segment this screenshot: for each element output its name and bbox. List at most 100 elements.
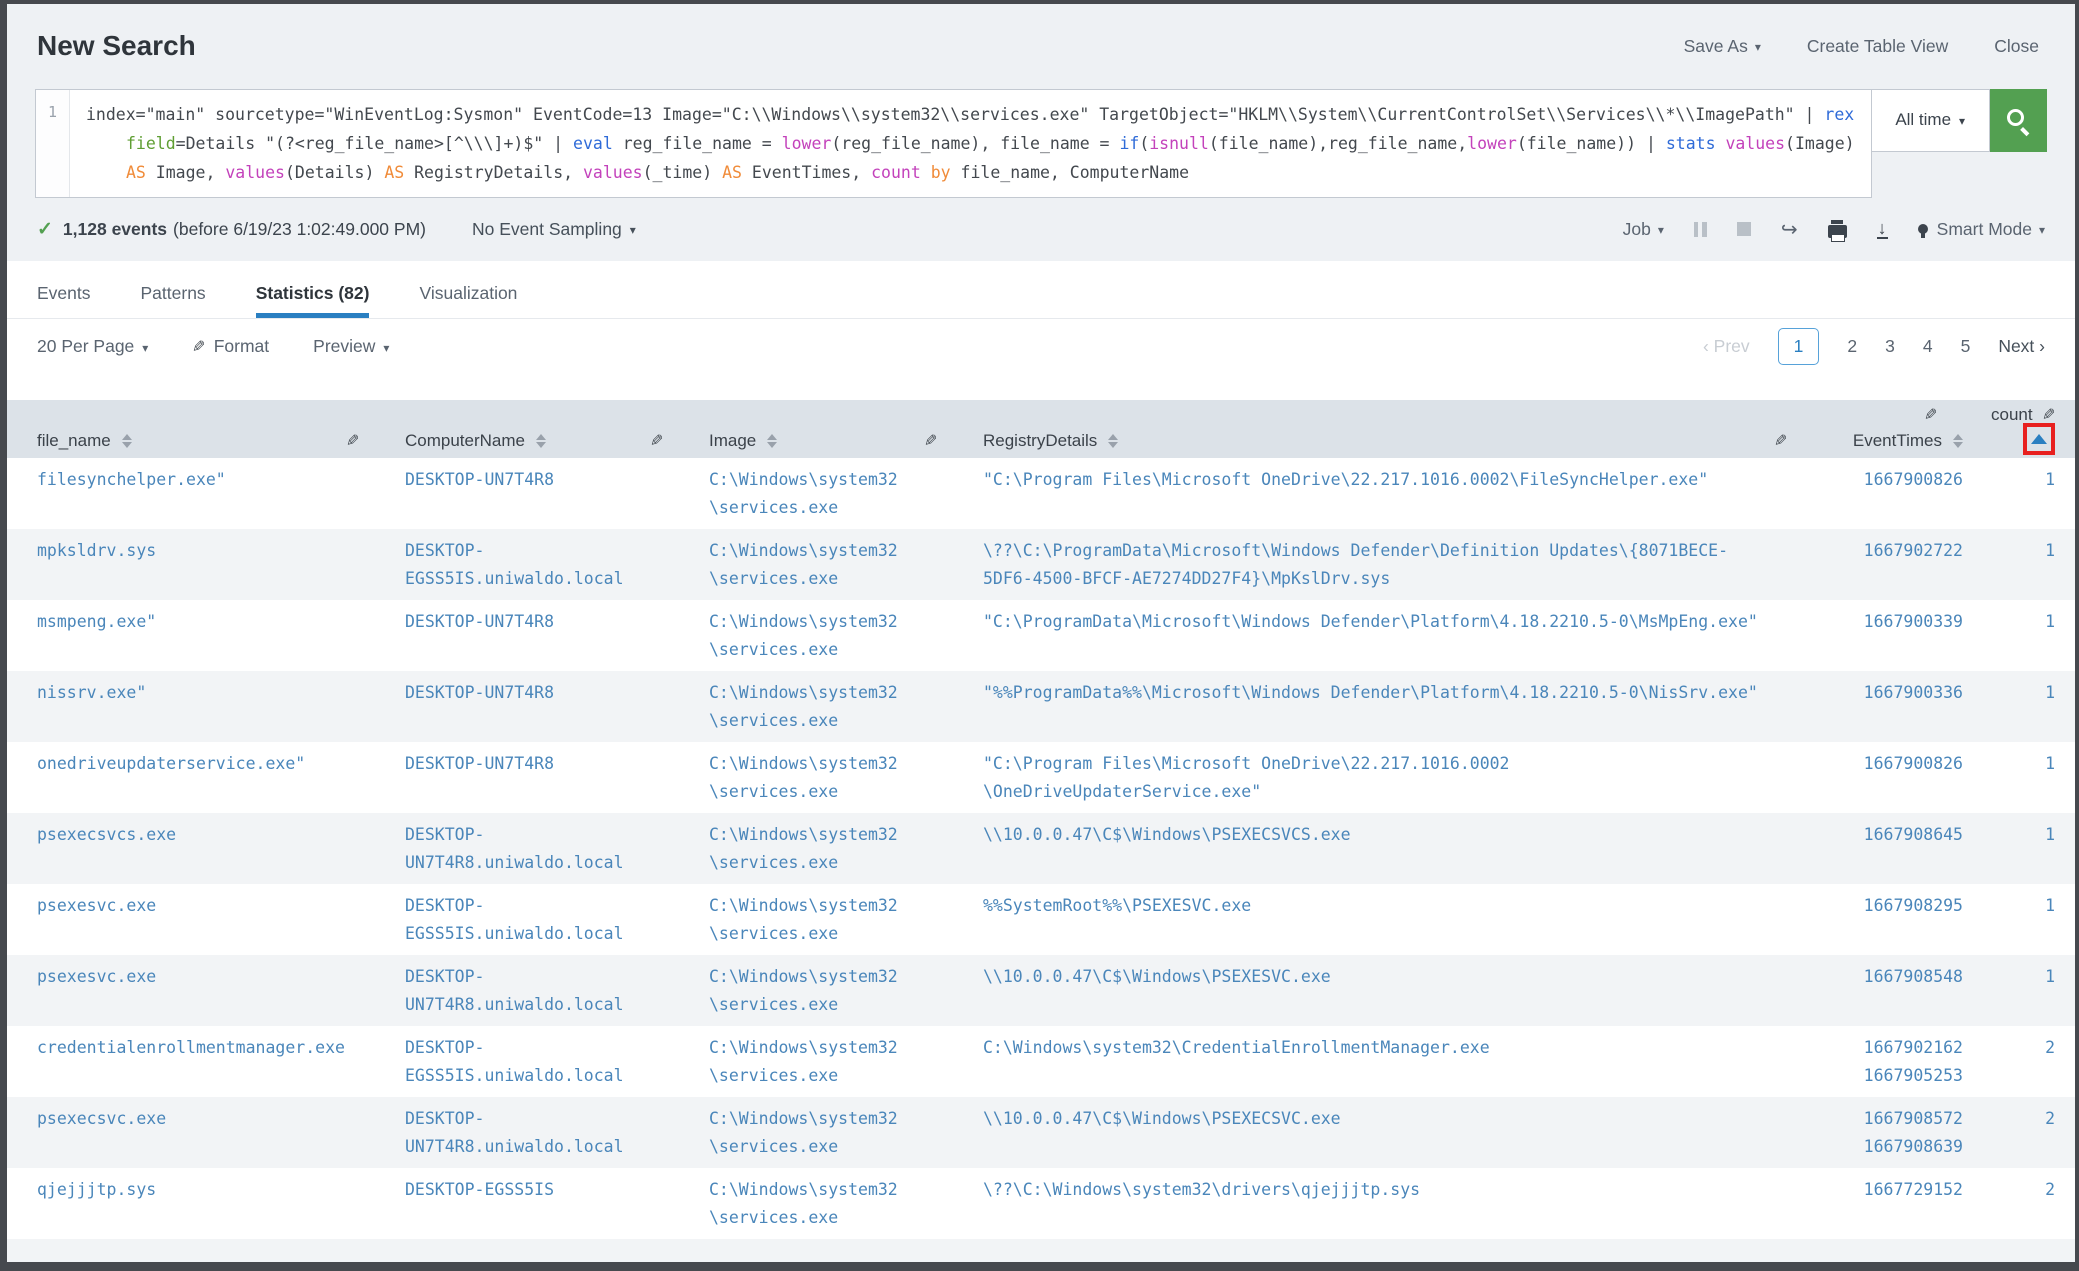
cell-image[interactable]: C:\Windows\system32\services.exe (709, 1105, 983, 1162)
cell-count[interactable]: 2 (1963, 1176, 2055, 1233)
pause-icon[interactable] (1694, 222, 1707, 237)
page-button-4[interactable]: 4 (1923, 336, 1933, 357)
cell-event-times[interactable]: 1667729152 (1793, 1176, 1963, 1233)
tab-events[interactable]: Events (37, 283, 91, 318)
cell-file-name[interactable]: psexesvc.exe (37, 963, 405, 1020)
search-button[interactable] (1990, 89, 2047, 152)
cell-image[interactable]: C:\Windows\system32\services.exe (709, 1034, 983, 1091)
tab-visualization[interactable]: Visualization (419, 283, 517, 318)
cell-file-name[interactable]: credentialenrollmentmanager.exe (37, 1034, 405, 1091)
sort-icon[interactable] (767, 434, 777, 448)
column-header-image[interactable]: Image ✎ (709, 402, 983, 460)
cell-count[interactable]: 1 (1963, 821, 2055, 878)
cell-image[interactable]: C:\Windows\system32\services.exe (709, 821, 983, 878)
cell-image[interactable]: C:\Windows\system32\services.exe (709, 750, 983, 807)
search-query-editor[interactable]: 1 index="main" sourcetype="WinEventLog:S… (35, 89, 1872, 198)
next-page-button[interactable]: Next › (1998, 336, 2045, 357)
pencil-icon[interactable]: ✎ (2042, 405, 2055, 425)
search-query[interactable]: index="main" sourcetype="WinEventLog:Sys… (70, 90, 1871, 197)
cell-image[interactable]: C:\Windows\system32\services.exe (709, 679, 983, 736)
pencil-icon[interactable]: ✎ (650, 431, 663, 451)
cell-count[interactable]: 1 (1963, 679, 2055, 736)
sort-ascending-icon[interactable] (2031, 434, 2047, 444)
stop-icon[interactable] (1737, 222, 1751, 236)
cell-file-name[interactable]: mpksldrv.sys (37, 537, 405, 594)
cell-file-name[interactable]: psexecsvc.exe (37, 1105, 405, 1162)
cell-computer-name[interactable]: DESKTOP-UN7T4R8.uniwaldo.local (405, 1105, 709, 1162)
cell-event-times[interactable]: 1667900339 (1793, 608, 1963, 665)
page-button-2[interactable]: 2 (1847, 336, 1857, 357)
cell-event-times[interactable]: 16679021621667905253 (1793, 1034, 1963, 1091)
column-header-computer-name[interactable]: ComputerName ✎ (405, 402, 709, 460)
cell-registry-details[interactable]: \??\C:\ProgramData\Microsoft\Windows Def… (983, 537, 1793, 594)
cell-registry-details[interactable]: \??\C:\Windows\system32\drivers\qjejjjtp… (983, 1176, 1793, 1233)
per-page-menu[interactable]: 20 Per Page ▾ (37, 336, 148, 357)
cell-count[interactable]: 1 (1963, 537, 2055, 594)
save-as-button[interactable]: Save As ▾ (1684, 36, 1761, 57)
column-header-registry-details[interactable]: RegistryDetails ✎ (983, 402, 1793, 460)
preview-menu[interactable]: Preview ▾ (313, 336, 389, 357)
cell-registry-details[interactable]: "C:\ProgramData\Microsoft\Windows Defend… (983, 608, 1793, 665)
cell-registry-details[interactable]: "C:\Program Files\Microsoft OneDrive\22.… (983, 750, 1793, 807)
cell-file-name[interactable]: msmpeng.exe" (37, 608, 405, 665)
job-menu[interactable]: Job ▾ (1623, 219, 1664, 240)
page-button-1[interactable]: 1 (1778, 328, 1820, 365)
cell-event-times[interactable]: 1667908645 (1793, 821, 1963, 878)
export-icon[interactable]: ↓ (1877, 220, 1888, 239)
cell-event-times[interactable]: 1667900336 (1793, 679, 1963, 736)
cell-image[interactable]: C:\Windows\system32\services.exe (709, 963, 983, 1020)
cell-event-times[interactable]: 1667900826 (1793, 750, 1963, 807)
cell-registry-details[interactable]: \\10.0.0.47\C$\Windows\PSEXECSVC.exe (983, 1105, 1793, 1162)
tab-patterns[interactable]: Patterns (141, 283, 206, 318)
cell-count[interactable]: 1 (1963, 750, 2055, 807)
event-sampling-menu[interactable]: No Event Sampling ▾ (472, 219, 636, 240)
cell-image[interactable]: C:\Windows\system32\services.exe (709, 892, 983, 949)
cell-image[interactable]: C:\Windows\system32\services.exe (709, 537, 983, 594)
cell-event-times[interactable]: 1667902722 (1793, 537, 1963, 594)
cell-registry-details[interactable]: \\10.0.0.47\C$\Windows\PSEXECSVCS.exe (983, 821, 1793, 878)
cell-event-times[interactable]: 1667908548 (1793, 963, 1963, 1020)
cell-computer-name[interactable]: DESKTOP-UN7T4R8.uniwaldo.local (405, 963, 709, 1020)
cell-event-times[interactable]: 1667908295 (1793, 892, 1963, 949)
cell-count[interactable]: 1 (1963, 892, 2055, 949)
column-header-file-name[interactable]: file_name ✎ (37, 402, 405, 460)
cell-computer-name[interactable]: DESKTOP-UN7T4R8 (405, 750, 709, 807)
cell-image[interactable]: C:\Windows\system32\services.exe (709, 608, 983, 665)
cell-count[interactable]: 2 (1963, 1034, 2055, 1091)
pencil-icon[interactable]: ✎ (1774, 431, 1787, 451)
pencil-icon[interactable]: ✎ (1924, 405, 1937, 425)
cell-image[interactable]: C:\Windows\system32\services.exe (709, 466, 983, 523)
cell-registry-details[interactable]: "%%ProgramData%%\Microsoft\Windows Defen… (983, 679, 1793, 736)
cell-file-name[interactable]: qjejjjtp.sys (37, 1176, 405, 1233)
column-header-event-times[interactable]: ✎ EventTimes (1793, 402, 1963, 460)
close-button[interactable]: Close (1994, 36, 2039, 57)
search-mode-menu[interactable]: Smart Mode ▾ (1918, 219, 2045, 240)
create-table-view-button[interactable]: Create Table View (1807, 36, 1948, 57)
cell-file-name[interactable]: onedriveupdaterservice.exe" (37, 750, 405, 807)
prev-page-button[interactable]: ‹ Prev (1703, 336, 1750, 357)
sort-icon[interactable] (122, 434, 132, 448)
cell-image[interactable]: C:\Windows\system32\services.exe (709, 1176, 983, 1233)
cell-computer-name[interactable]: DESKTOP-EGSS5IS (405, 1176, 709, 1233)
cell-count[interactable]: 2 (1963, 1105, 2055, 1162)
cell-file-name[interactable]: nissrv.exe" (37, 679, 405, 736)
page-button-3[interactable]: 3 (1885, 336, 1895, 357)
cell-event-times[interactable]: 1667900826 (1793, 466, 1963, 523)
cell-computer-name[interactable]: DESKTOP-EGSS5IS.uniwaldo.local (405, 892, 709, 949)
cell-file-name[interactable]: psexesvc.exe (37, 892, 405, 949)
cell-count[interactable]: 1 (1963, 466, 2055, 523)
cell-computer-name[interactable]: DESKTOP-UN7T4R8 (405, 679, 709, 736)
cell-computer-name[interactable]: DESKTOP-UN7T4R8 (405, 608, 709, 665)
time-range-picker[interactable]: All time ▾ (1872, 89, 1990, 152)
cell-computer-name[interactable]: DESKTOP-EGSS5IS.uniwaldo.local (405, 1034, 709, 1091)
sort-icon[interactable] (1108, 434, 1118, 448)
cell-registry-details[interactable]: "C:\Program Files\Microsoft OneDrive\22.… (983, 466, 1793, 523)
cell-file-name[interactable]: psexecsvcs.exe (37, 821, 405, 878)
cell-registry-details[interactable]: \\10.0.0.47\C$\Windows\PSEXESVC.exe (983, 963, 1793, 1020)
format-button[interactable]: ✎ Format (192, 336, 269, 357)
tab-statistics[interactable]: Statistics (82) (256, 283, 370, 318)
page-button-5[interactable]: 5 (1961, 336, 1971, 357)
share-icon[interactable]: ↪ (1781, 217, 1798, 242)
print-icon[interactable] (1828, 225, 1847, 238)
cell-file-name[interactable]: filesynchelper.exe" (37, 466, 405, 523)
